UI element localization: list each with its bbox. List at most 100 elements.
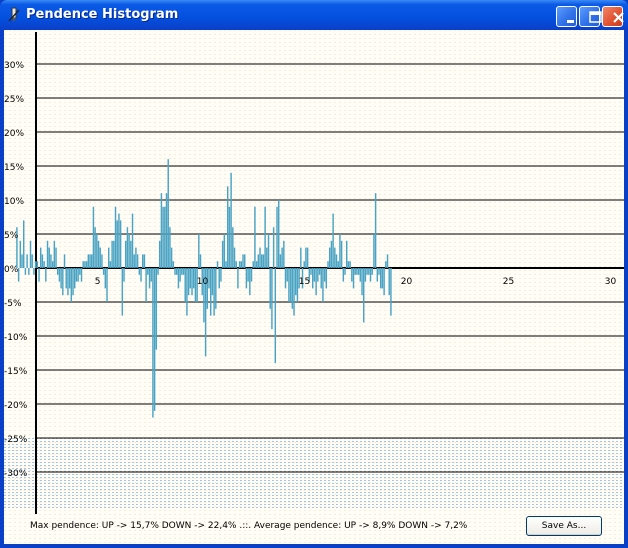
- histogram-bar: [46, 240, 49, 268]
- histogram-bar: [97, 240, 100, 268]
- histogram-bar: [230, 172, 232, 268]
- histogram-bar: [40, 247, 42, 268]
- histogram-bar: [383, 268, 385, 296]
- app-window: Pendence Histogram 30% 25% 20% 15% 10% 5…: [0, 0, 628, 548]
- histogram-bar: [342, 268, 345, 282]
- histogram-bar: [140, 268, 142, 282]
- histogram-bar: [181, 268, 183, 275]
- histogram-bar: [182, 268, 185, 275]
- title-bar[interactable]: Pendence Histogram: [0, 0, 628, 30]
- histogram-bar: [242, 254, 244, 268]
- histogram-bar: [354, 268, 356, 275]
- y-tick-label: -15%: [4, 367, 28, 377]
- histogram-bar: [176, 268, 178, 275]
- close-button[interactable]: [602, 6, 624, 27]
- histogram-bar: [332, 213, 334, 268]
- histogram-bar: [325, 268, 328, 289]
- histogram-bar: [29, 240, 32, 268]
- histogram-bar: [303, 261, 305, 268]
- histogram-bar: [310, 268, 312, 275]
- histogram-bar: [250, 268, 253, 282]
- histogram-bar: [269, 268, 271, 309]
- minimize-button[interactable]: [556, 6, 577, 27]
- histogram-bar: [91, 254, 93, 268]
- histogram-bar: [361, 268, 363, 296]
- save-as-button[interactable]: Save As...: [526, 516, 602, 536]
- histogram-bar: [109, 261, 112, 268]
- histogram-bar: [19, 240, 22, 268]
- histogram-bar: [169, 227, 171, 268]
- histogram-bar: [99, 247, 101, 268]
- histogram-bar: [339, 234, 341, 268]
- histogram-bar: [187, 268, 190, 296]
- histogram-bar: [60, 268, 62, 289]
- histogram-bar: [274, 268, 277, 364]
- chart-lower-band: [4, 438, 624, 510]
- x-tick-label: 25: [503, 277, 514, 287]
- histogram-bar: [323, 268, 326, 282]
- histogram-bar: [106, 268, 108, 302]
- histogram-bar: [36, 261, 39, 268]
- histogram-bar: [252, 261, 254, 268]
- histogram-bar: [79, 268, 81, 275]
- histogram-bar: [247, 268, 249, 282]
- histogram-bar: [50, 254, 52, 268]
- histogram-bar: [330, 240, 333, 268]
- histogram-bar: [257, 254, 260, 268]
- y-tick-label: 15%: [4, 163, 24, 173]
- histogram-bar: [221, 240, 224, 268]
- histogram-bar: [380, 268, 382, 289]
- app-icon: [8, 7, 20, 22]
- y-tick-label: 0%: [4, 265, 19, 275]
- histogram-bar: [189, 268, 192, 289]
- histogram-bar: [272, 227, 275, 268]
- histogram-bar: [159, 240, 161, 268]
- histogram-bar: [329, 247, 331, 268]
- histogram-bar: [283, 240, 285, 268]
- histogram-bar: [38, 268, 40, 282]
- histogram-bar: [31, 254, 33, 268]
- histogram-bar: [334, 247, 336, 268]
- histogram-bar: [96, 234, 98, 268]
- y-tick-label: -5%: [4, 299, 22, 309]
- histogram-bar: [143, 254, 146, 268]
- histogram-bar: [211, 268, 214, 296]
- histogram-bar: [233, 247, 236, 268]
- histogram-bar: [305, 247, 307, 268]
- histogram-bar: [373, 234, 375, 268]
- histogram-bar: [133, 254, 135, 268]
- histogram-bar: [244, 254, 246, 268]
- histogram-bar: [232, 227, 234, 268]
- y-tick-label: 25%: [4, 95, 24, 105]
- histogram-bar: [378, 268, 380, 275]
- histogram-bar: [235, 261, 237, 268]
- histogram-bar: [199, 254, 202, 268]
- histogram-bar: [220, 268, 222, 282]
- histogram-bar: [238, 261, 241, 268]
- y-tick-label: 10%: [4, 197, 24, 207]
- histogram-bar: [279, 254, 282, 268]
- histogram-bar: [245, 268, 248, 289]
- maximize-button[interactable]: [579, 6, 602, 27]
- histogram-bar: [206, 268, 209, 309]
- histogram-bar: [271, 268, 273, 330]
- histogram-bar: [267, 234, 270, 268]
- x-tick-label: 20: [401, 277, 413, 287]
- histogram-bar: [210, 268, 212, 316]
- histogram-bar: [147, 268, 149, 275]
- histogram-bar: [346, 240, 348, 268]
- histogram-bar: [388, 268, 390, 296]
- window-title: Pendence Histogram: [26, 7, 179, 22]
- histogram-bar: [293, 268, 295, 316]
- histogram-bar: [327, 261, 329, 268]
- histogram-bar: [80, 268, 83, 282]
- histogram-bar: [57, 268, 59, 275]
- histogram-bar: [208, 268, 210, 289]
- histogram-bar: [21, 254, 23, 268]
- histogram-bar: [284, 268, 287, 289]
- histogram-bar: [317, 268, 319, 282]
- histogram-bar: [153, 268, 156, 411]
- histogram-bar: [259, 247, 261, 268]
- histogram-bar: [300, 247, 302, 268]
- histogram-bar: [359, 268, 362, 282]
